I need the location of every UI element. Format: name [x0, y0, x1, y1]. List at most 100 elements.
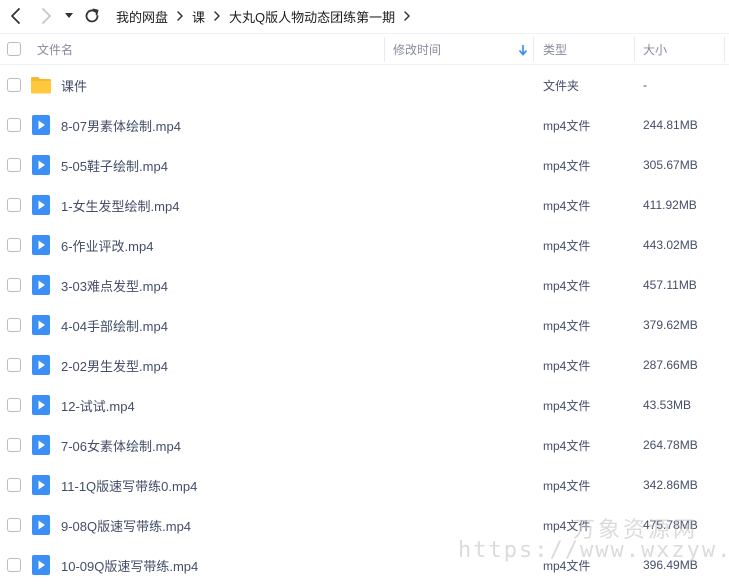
breadcrumb-separator-icon — [172, 10, 188, 22]
file-type: mp4文件 — [543, 478, 591, 493]
file-size: 443.02MB — [643, 238, 698, 252]
breadcrumb-separator-icon — [399, 10, 415, 22]
column-header-type[interactable]: 类型 — [543, 34, 633, 65]
caret-down-icon — [65, 13, 73, 18]
refresh-icon — [85, 8, 99, 23]
file-name[interactable]: 6-作业评改.mp4 — [61, 225, 153, 265]
video-file-icon — [30, 274, 52, 296]
file-row[interactable]: 课件 文件夹 - — [0, 65, 729, 105]
file-name[interactable]: 3-03难点发型.mp4 — [61, 265, 168, 305]
video-file-icon — [30, 434, 52, 456]
row-checkbox[interactable] — [7, 478, 21, 492]
file-size: 396.49MB — [643, 558, 698, 572]
file-name[interactable]: 2-02男生发型.mp4 — [61, 345, 168, 385]
column-divider[interactable] — [533, 37, 534, 62]
select-all-checkbox[interactable] — [7, 42, 21, 56]
column-header-modified[interactable]: 修改时间 — [393, 34, 533, 65]
video-file-icon — [30, 154, 52, 176]
column-divider[interactable] — [724, 37, 725, 62]
row-checkbox[interactable] — [7, 398, 21, 412]
refresh-button[interactable] — [82, 6, 102, 26]
row-checkbox[interactable] — [7, 358, 21, 372]
file-name[interactable]: 5-05鞋子绘制.mp4 — [61, 145, 168, 185]
row-checkbox[interactable] — [7, 278, 21, 292]
file-type: mp4文件 — [543, 358, 591, 373]
file-row[interactable]: 5-05鞋子绘制.mp4 mp4文件 305.67MB — [0, 145, 729, 185]
file-type: mp4文件 — [543, 518, 591, 533]
chevron-right-icon — [42, 8, 51, 24]
file-size: 411.92MB — [643, 198, 697, 212]
row-checkbox[interactable] — [7, 438, 21, 452]
column-header-size[interactable]: 大小 — [643, 34, 723, 65]
video-file-icon — [30, 194, 52, 216]
column-header-size-label: 大小 — [643, 43, 668, 57]
column-divider[interactable] — [634, 37, 635, 62]
file-name[interactable]: 课件 — [61, 65, 87, 105]
file-row[interactable]: 6-作业评改.mp4 mp4文件 443.02MB — [0, 225, 729, 265]
file-size: 475.78MB — [643, 518, 698, 532]
video-file-icon — [30, 554, 52, 576]
breadcrumb-item-current[interactable]: 大丸Q版人物动态团练第一期 — [225, 7, 399, 26]
toolbar: 我的网盘 课 大丸Q版人物动态团练第一期 — [0, 0, 729, 32]
file-row[interactable]: 12-试试.mp4 mp4文件 43.53MB — [0, 385, 729, 425]
forward-button[interactable] — [36, 6, 56, 26]
column-header-name-label: 文件名 — [37, 43, 74, 57]
file-size: 287.66MB — [643, 358, 698, 372]
breadcrumb-separator-icon — [209, 10, 225, 22]
column-divider[interactable] — [384, 37, 385, 62]
file-size: - — [643, 78, 647, 92]
file-row[interactable]: 2-02男生发型.mp4 mp4文件 287.66MB — [0, 345, 729, 385]
file-row[interactable]: 3-03难点发型.mp4 mp4文件 457.11MB — [0, 265, 729, 305]
file-row[interactable]: 1-女生发型绘制.mp4 mp4文件 411.92MB — [0, 185, 729, 225]
file-type: mp4文件 — [543, 158, 591, 173]
file-name[interactable]: 10-09Q版速写带练.mp4 — [61, 545, 198, 585]
history-dropdown-button[interactable] — [62, 10, 76, 22]
file-name[interactable]: 8-07男素体绘制.mp4 — [61, 105, 181, 145]
column-header-type-label: 类型 — [543, 43, 568, 57]
file-type: mp4文件 — [543, 558, 591, 573]
row-checkbox[interactable] — [7, 78, 21, 92]
breadcrumb: 我的网盘 课 大丸Q版人物动态团练第一期 — [112, 0, 415, 32]
file-row[interactable]: 10-09Q版速写带练.mp4 mp4文件 396.49MB — [0, 545, 729, 585]
file-name[interactable]: 12-试试.mp4 — [61, 385, 135, 425]
file-row[interactable]: 4-04手部绘制.mp4 mp4文件 379.62MB — [0, 305, 729, 345]
row-checkbox[interactable] — [7, 518, 21, 532]
file-type: mp4文件 — [543, 278, 591, 293]
back-button[interactable] — [6, 6, 26, 26]
file-size: 305.67MB — [643, 158, 698, 172]
file-row[interactable]: 9-08Q版速写带练.mp4 mp4文件 475.78MB — [0, 505, 729, 545]
row-checkbox[interactable] — [7, 238, 21, 252]
breadcrumb-item[interactable]: 课 — [188, 7, 209, 26]
file-name[interactable]: 9-08Q版速写带练.mp4 — [61, 505, 191, 545]
video-file-icon — [30, 394, 52, 416]
folder-icon — [30, 74, 52, 96]
file-size: 342.86MB — [643, 478, 698, 492]
file-name[interactable]: 1-女生发型绘制.mp4 — [61, 185, 179, 225]
row-checkbox[interactable] — [7, 318, 21, 332]
breadcrumb-item[interactable]: 我的网盘 — [112, 7, 172, 26]
file-row[interactable]: 7-06女素体绘制.mp4 mp4文件 264.78MB — [0, 425, 729, 465]
row-checkbox[interactable] — [7, 558, 21, 572]
file-row[interactable]: 11-1Q版速写带练0.mp4 mp4文件 342.86MB — [0, 465, 729, 505]
chevron-left-icon — [11, 8, 20, 24]
row-checkbox[interactable] — [7, 158, 21, 172]
video-file-icon — [30, 354, 52, 376]
file-type: mp4文件 — [543, 398, 591, 413]
video-file-icon — [30, 314, 52, 336]
video-file-icon — [30, 234, 52, 256]
file-size: 379.62MB — [643, 318, 698, 332]
file-name[interactable]: 7-06女素体绘制.mp4 — [61, 425, 181, 465]
file-name[interactable]: 4-04手部绘制.mp4 — [61, 305, 168, 345]
file-type: mp4文件 — [543, 198, 591, 213]
column-header-name[interactable]: 文件名 — [37, 34, 382, 65]
video-file-icon — [30, 114, 52, 136]
file-size: 457.11MB — [643, 278, 697, 292]
file-size: 264.78MB — [643, 438, 698, 452]
file-row[interactable]: 8-07男素体绘制.mp4 mp4文件 244.81MB — [0, 105, 729, 145]
file-size: 43.53MB — [643, 398, 692, 412]
file-type: mp4文件 — [543, 318, 591, 333]
file-name[interactable]: 11-1Q版速写带练0.mp4 — [61, 465, 197, 505]
file-size: 244.81MB — [643, 118, 698, 132]
row-checkbox[interactable] — [7, 118, 21, 132]
row-checkbox[interactable] — [7, 198, 21, 212]
